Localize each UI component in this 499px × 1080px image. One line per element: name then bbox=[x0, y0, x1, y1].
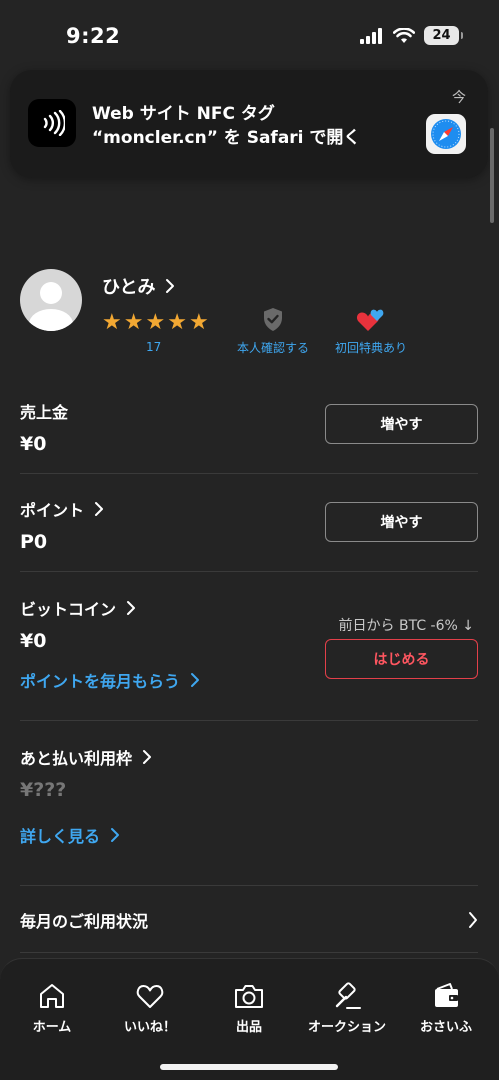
bitcoin-start-button[interactable]: はじめる bbox=[325, 639, 478, 679]
nfc-notification[interactable]: Web サイト NFC タグ “moncler.cn” を Safari で開く… bbox=[10, 70, 488, 178]
notification-subtitle: “moncler.cn” を Safari で開く bbox=[92, 128, 361, 148]
rating-stars[interactable]: ★ ★ ★ ★ ★ bbox=[102, 312, 209, 334]
chevron-right-icon bbox=[111, 828, 120, 842]
sales-increase-button[interactable]: 増やす bbox=[325, 404, 478, 444]
status-icons: 24 bbox=[360, 26, 463, 45]
chevron-right-icon bbox=[143, 750, 152, 764]
points-increase-button[interactable]: 増やす bbox=[325, 502, 478, 542]
star-icon: ★ bbox=[145, 310, 166, 335]
divider bbox=[20, 885, 478, 886]
identity-verify-label: 本人確認する bbox=[236, 341, 309, 355]
tab-likes-label: いいね！ bbox=[123, 1020, 176, 1035]
tab-auction-label: オークション bbox=[307, 1020, 386, 1035]
notification-time: 今 bbox=[452, 90, 466, 106]
tab-listing[interactable]: 出品 bbox=[199, 981, 299, 1035]
chevron-right-icon bbox=[469, 912, 477, 928]
divider bbox=[20, 952, 478, 953]
deferred-title-link[interactable]: あと払い利用枠 bbox=[20, 745, 478, 769]
gavel-icon bbox=[335, 982, 361, 1009]
nfc-icon bbox=[28, 99, 76, 147]
divider bbox=[20, 720, 478, 721]
battery-indicator: 24 bbox=[424, 26, 463, 45]
profile-name: ひとみ bbox=[102, 277, 156, 298]
star-icon: ★ bbox=[167, 310, 187, 335]
hearts-icon bbox=[356, 309, 384, 331]
deferred-details-link[interactable]: 詳しく見る bbox=[20, 823, 478, 847]
tab-home[interactable]: ホーム bbox=[2, 981, 102, 1035]
camera-icon bbox=[235, 985, 263, 1008]
deferred-link-text: 詳しく見る bbox=[20, 827, 101, 846]
notification-title: Web サイト NFC タグ bbox=[92, 104, 275, 124]
sales-title-text: 売上金 bbox=[20, 403, 69, 422]
chevron-right-icon bbox=[191, 673, 200, 687]
chevron-right-icon bbox=[95, 502, 104, 516]
btc-rate-text: 前日から BTC -6% bbox=[338, 618, 458, 634]
tab-likes[interactable]: いいね！ bbox=[100, 981, 200, 1035]
deferred-section: あと払い利用枠 ¥??? 詳しく見る bbox=[20, 745, 478, 847]
tab-bar: ホーム いいね！ 出品 オークション おさいふ bbox=[0, 958, 499, 1080]
shield-check-icon bbox=[264, 308, 282, 331]
tab-home-label: ホーム bbox=[32, 1020, 72, 1035]
monthly-usage-row[interactable]: 毎月のご利用状況 bbox=[20, 903, 478, 937]
profile-name-link[interactable]: ひとみ bbox=[102, 273, 175, 299]
monthly-usage-label: 毎月のご利用状況 bbox=[20, 912, 149, 931]
chevron-right-icon bbox=[127, 601, 136, 615]
tab-wallet-label: おさいふ bbox=[419, 1020, 472, 1035]
tab-wallet[interactable]: おさいふ bbox=[396, 981, 496, 1035]
deferred-title-text: あと払い利用枠 bbox=[20, 749, 133, 768]
points-title-text: ポイント bbox=[20, 501, 85, 520]
avatar[interactable] bbox=[20, 269, 82, 331]
bitcoin-link-text: ポイントを毎月もらう bbox=[20, 672, 181, 691]
chevron-right-icon bbox=[166, 279, 175, 293]
wallet-icon bbox=[435, 983, 458, 1007]
points-section: ポイント P0 増やす bbox=[20, 497, 478, 557]
status-time: 9:22 bbox=[66, 24, 121, 48]
first-benefit-label: 初回特典あり bbox=[334, 341, 407, 355]
wifi-icon bbox=[393, 27, 415, 43]
tab-auction[interactable]: オークション bbox=[297, 981, 397, 1035]
status-bar: 9:22 24 bbox=[0, 0, 499, 70]
first-benefit-badge[interactable]: 初回特典あり bbox=[330, 307, 412, 356]
scrollbar[interactable] bbox=[490, 128, 494, 223]
divider bbox=[20, 571, 478, 572]
deferred-value: ¥??? bbox=[20, 779, 67, 801]
star-icon: ★ bbox=[102, 310, 122, 335]
star-icon: ★ bbox=[123, 310, 144, 335]
bitcoin-title-text: ビットコイン bbox=[20, 600, 117, 619]
signal-icon bbox=[360, 27, 382, 44]
heart-icon bbox=[136, 985, 164, 1008]
divider bbox=[20, 473, 478, 474]
star-icon: ★ bbox=[188, 310, 209, 335]
tab-listing-label: 出品 bbox=[235, 1020, 262, 1035]
bitcoin-section: ビットコイン ¥0 ポイントを毎月もらう 前日から BTC -6% ↓ はじめる bbox=[20, 596, 478, 696]
btc-rate: 前日から BTC -6% ↓ bbox=[339, 615, 474, 635]
safari-icon[interactable] bbox=[426, 114, 466, 154]
sales-section: 売上金 ¥0 増やす bbox=[20, 399, 478, 459]
rating-count[interactable]: 17 bbox=[146, 340, 161, 354]
home-indicator[interactable] bbox=[160, 1064, 338, 1070]
arrow-down-icon: ↓ bbox=[462, 618, 474, 634]
identity-verify-badge[interactable]: 本人確認する bbox=[232, 307, 314, 356]
home-icon bbox=[40, 984, 64, 1008]
